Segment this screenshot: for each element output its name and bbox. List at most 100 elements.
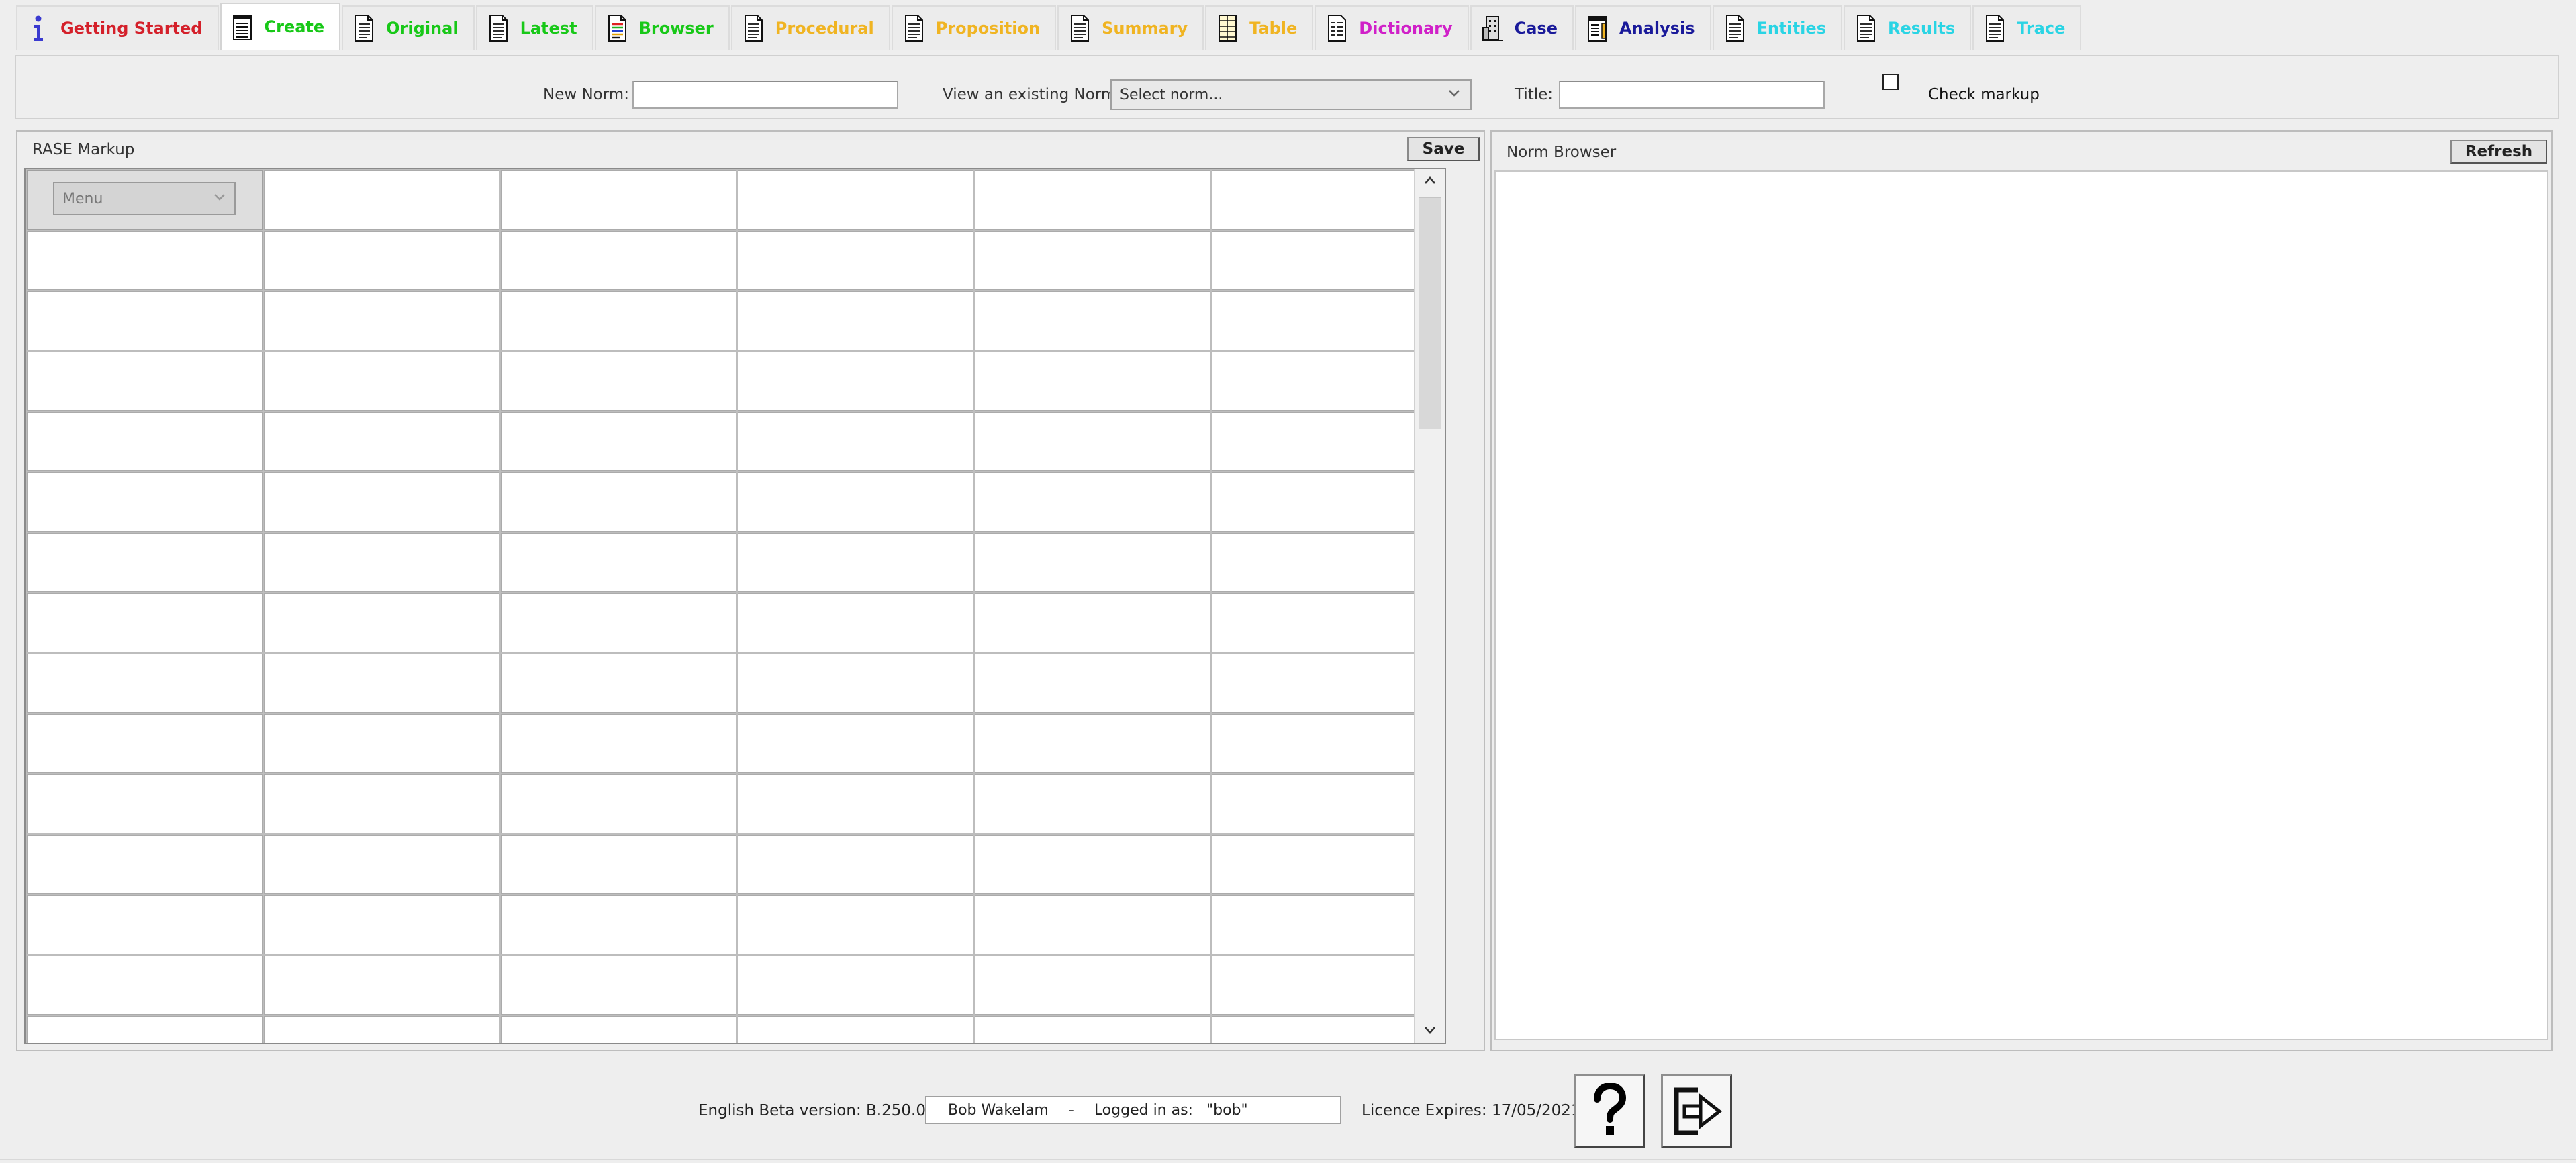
markup-cell[interactable] — [1212, 774, 1445, 833]
markup-cell[interactable] — [264, 352, 499, 411]
markup-cell[interactable] — [1212, 291, 1445, 350]
markup-cell[interactable] — [264, 291, 499, 350]
markup-cell[interactable] — [264, 714, 499, 773]
markup-cell[interactable] — [501, 956, 736, 1015]
tab-results[interactable]: Results — [1843, 5, 1972, 50]
markup-cell[interactable] — [264, 412, 499, 471]
markup-cell[interactable] — [975, 714, 1210, 773]
markup-cell[interactable] — [975, 472, 1210, 532]
markup-cell[interactable] — [1212, 835, 1445, 894]
markup-cell[interactable] — [1212, 1016, 1445, 1043]
markup-cell[interactable] — [501, 1016, 736, 1043]
markup-cell[interactable] — [501, 714, 736, 773]
markup-cell[interactable] — [264, 835, 499, 894]
tab-browser[interactable]: Browser — [594, 5, 730, 50]
markup-cell[interactable] — [27, 231, 263, 290]
existing-norm-select[interactable]: Select norm... — [1110, 79, 1472, 110]
tab-trace[interactable]: Trace — [1972, 5, 2082, 50]
markup-cell[interactable] — [501, 895, 736, 954]
tab-summary[interactable]: Summary — [1057, 5, 1204, 50]
markup-cell[interactable] — [1212, 231, 1445, 290]
markup-cell[interactable] — [501, 835, 736, 894]
markup-cell[interactable] — [975, 895, 1210, 954]
markup-cell[interactable] — [501, 472, 736, 532]
markup-cell[interactable] — [264, 774, 499, 833]
markup-cell[interactable] — [738, 472, 973, 532]
markup-cell[interactable] — [975, 231, 1210, 290]
markup-cell[interactable] — [1212, 472, 1445, 532]
scroll-up-icon[interactable] — [1423, 174, 1437, 187]
markup-cell[interactable] — [27, 956, 263, 1015]
tab-getting-started[interactable]: Getting Started — [16, 5, 219, 50]
markup-cell[interactable] — [738, 170, 973, 230]
tab-original[interactable]: Original — [342, 5, 475, 50]
markup-cell[interactable] — [975, 774, 1210, 833]
markup-cell[interactable] — [27, 774, 263, 833]
markup-cell[interactable] — [27, 714, 263, 773]
markup-cell[interactable] — [738, 412, 973, 471]
markup-cell[interactable] — [738, 895, 973, 954]
markup-cell[interactable] — [738, 352, 973, 411]
markup-cell[interactable] — [738, 231, 973, 290]
markup-cell[interactable] — [264, 472, 499, 532]
tab-table[interactable]: Table — [1205, 5, 1314, 50]
markup-cell[interactable] — [1212, 170, 1445, 230]
markup-cell[interactable] — [501, 291, 736, 350]
markup-cell[interactable] — [501, 412, 736, 471]
markup-cell[interactable] — [738, 533, 973, 592]
tab-entities[interactable]: Entities — [1712, 5, 1842, 50]
save-button[interactable]: Save — [1407, 137, 1480, 161]
tab-latest[interactable]: Latest — [475, 5, 593, 50]
markup-cell[interactable] — [1212, 352, 1445, 411]
markup-cell[interactable] — [975, 835, 1210, 894]
markup-cell[interactable] — [27, 835, 263, 894]
new-norm-input[interactable] — [632, 81, 898, 109]
markup-cell[interactable] — [264, 170, 499, 230]
title-input[interactable] — [1559, 81, 1825, 109]
markup-cell[interactable] — [738, 593, 973, 652]
markup-cell[interactable] — [975, 291, 1210, 350]
markup-cell[interactable] — [975, 352, 1210, 411]
markup-cell[interactable] — [264, 1016, 499, 1043]
markup-cell[interactable] — [27, 412, 263, 471]
menu-select[interactable]: Menu — [53, 182, 236, 215]
markup-cell[interactable] — [501, 654, 736, 713]
markup-cell[interactable] — [501, 170, 736, 230]
scrollbar-thumb[interactable] — [1419, 197, 1441, 429]
markup-cell[interactable] — [501, 352, 736, 411]
markup-cell[interactable] — [1212, 654, 1445, 713]
check-markup-checkbox[interactable] — [1882, 74, 1899, 90]
markup-cell[interactable] — [738, 654, 973, 713]
markup-cell[interactable] — [264, 895, 499, 954]
markup-cell[interactable] — [738, 774, 973, 833]
markup-cell[interactable] — [1212, 593, 1445, 652]
markup-cell[interactable] — [264, 593, 499, 652]
tab-dictionary[interactable]: Dictionary — [1315, 5, 1469, 50]
tab-proposition[interactable]: Proposition — [891, 5, 1057, 50]
tab-procedural[interactable]: Procedural — [730, 5, 890, 50]
markup-cell[interactable] — [738, 714, 973, 773]
markup-cell[interactable] — [738, 1016, 973, 1043]
refresh-button[interactable]: Refresh — [2450, 140, 2547, 164]
markup-cell[interactable] — [975, 170, 1210, 230]
markup-cell[interactable] — [501, 593, 736, 652]
markup-cell[interactable] — [27, 352, 263, 411]
markup-cell[interactable] — [264, 533, 499, 592]
markup-cell[interactable] — [1212, 956, 1445, 1015]
help-button[interactable] — [1574, 1074, 1645, 1148]
markup-cell[interactable] — [975, 1016, 1210, 1043]
markup-cell[interactable] — [738, 956, 973, 1015]
vertical-scrollbar[interactable] — [1414, 169, 1445, 1043]
markup-cell[interactable] — [27, 472, 263, 532]
markup-cell[interactable] — [501, 533, 736, 592]
tab-create[interactable]: Create — [220, 3, 341, 50]
scroll-down-icon[interactable] — [1423, 1024, 1437, 1036]
markup-cell[interactable] — [264, 231, 499, 290]
markup-cell[interactable] — [975, 654, 1210, 713]
markup-cell[interactable] — [738, 291, 973, 350]
tab-case[interactable]: Case — [1470, 5, 1574, 50]
markup-cell[interactable] — [1212, 412, 1445, 471]
markup-cell[interactable] — [27, 291, 263, 350]
markup-cell[interactable] — [975, 533, 1210, 592]
markup-cell[interactable] — [1212, 895, 1445, 954]
